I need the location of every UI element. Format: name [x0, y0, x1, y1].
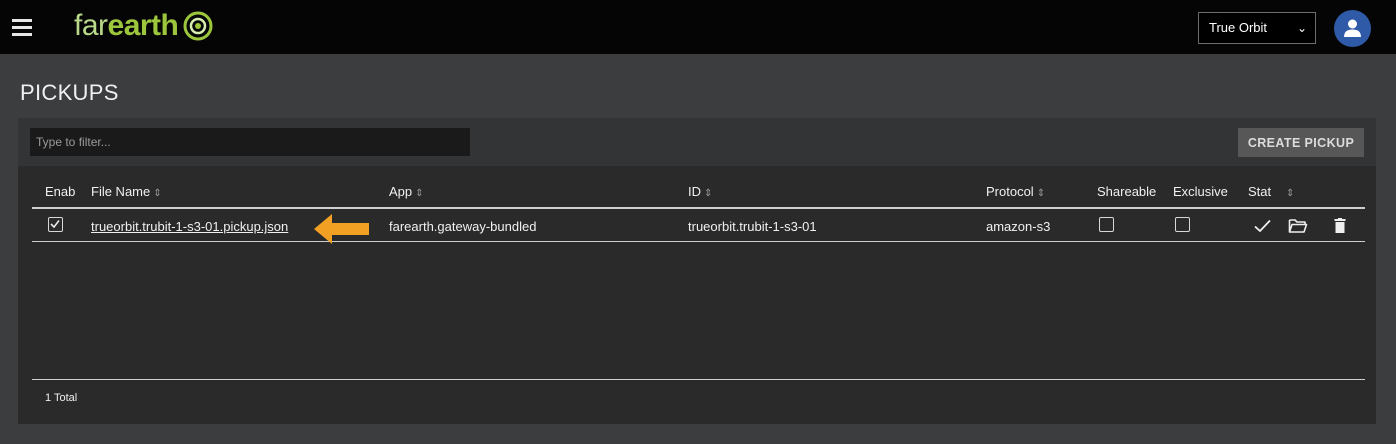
column-header-id[interactable]: ID ⇕: [688, 184, 712, 199]
app-cell: farearth.gateway-bundled: [389, 219, 537, 234]
sort-icon: ⇕: [704, 188, 713, 199]
table-row: trueorbit.trubit-1-s3-01.pickup.json far…: [32, 210, 1365, 242]
column-header-file-name-label: File Name: [91, 184, 151, 199]
column-header-shareable-label: Shareable: [1097, 184, 1157, 199]
organization-select-value: True Orbit: [1209, 20, 1268, 35]
column-header-app[interactable]: App ⇕: [389, 184, 424, 199]
column-header-id-label: ID: [688, 184, 701, 199]
sort-icon: ⇕: [1286, 188, 1295, 199]
chevron-down-icon: ⌄: [1296, 21, 1307, 35]
column-header-protocol[interactable]: Protocol ⇕: [986, 184, 1045, 199]
checkmark-icon: [50, 220, 60, 229]
folder-open-icon[interactable]: [1288, 218, 1308, 234]
pickups-card: CREATE PICKUP Enab File Name⇕ App⇕ ID⇕ P…: [18, 118, 1376, 424]
hamburger-menu-icon[interactable]: [12, 19, 32, 36]
total-count: 1 Total: [45, 392, 78, 404]
column-header-app-label: App: [389, 184, 413, 199]
shareable-checkbox[interactable]: [1099, 217, 1114, 232]
column-header-actions[interactable]: ⇕: [1283, 184, 1294, 199]
file-name-link[interactable]: trueorbit.trubit-1-s3-01.pickup.json: [91, 219, 288, 234]
trash-icon[interactable]: [1334, 218, 1346, 233]
check-icon: [1254, 219, 1271, 233]
logo-text-far: far: [74, 9, 108, 42]
column-header-protocol-label: Protocol: [986, 184, 1034, 199]
header-divider: [32, 207, 1365, 209]
sort-icon: ⇕: [1036, 188, 1046, 199]
column-header-status-label: Stat: [1248, 184, 1272, 199]
file-name-text[interactable]: trueorbit.trubit-1-s3-01.pickup.json: [91, 219, 288, 234]
enabled-checkbox[interactable]: [48, 217, 63, 232]
page-title: PICKUPS: [20, 80, 119, 105]
user-icon: [1344, 19, 1361, 37]
column-header-exclusive-label: Exclusive: [1173, 184, 1228, 199]
column-header-shareable[interactable]: Shareable: [1097, 184, 1156, 199]
column-header-exclusive[interactable]: Exclusive: [1173, 184, 1228, 199]
column-header-file-name[interactable]: File Name ⇕: [91, 184, 162, 199]
protocol-cell: amazon-s3: [986, 219, 1051, 234]
exclusive-checkbox[interactable]: [1175, 217, 1190, 232]
id-cell: trueorbit.trubit-1-s3-01: [688, 219, 817, 234]
column-header-enabled-label: Enab: [45, 184, 76, 199]
sort-icon: ⇕: [153, 188, 162, 199]
top-bar: far earth True Orbit ⌄: [0, 0, 1396, 54]
logo-swirl-icon: [183, 11, 213, 41]
create-pickup-button[interactable]: CREATE PICKUP: [1238, 128, 1364, 157]
arrow-left-icon: [314, 214, 369, 244]
sort-icon: ⇕: [415, 188, 424, 199]
footer-divider: [32, 379, 1365, 380]
farearth-logo[interactable]: far earth: [74, 6, 214, 46]
column-header-status[interactable]: Stat: [1248, 184, 1271, 199]
table-toolbar: CREATE PICKUP: [18, 118, 1376, 166]
logo-text-earth: earth: [107, 9, 179, 42]
organization-select[interactable]: True Orbit ⌄: [1198, 12, 1316, 44]
filter-input[interactable]: [30, 128, 470, 156]
user-avatar[interactable]: [1334, 10, 1371, 47]
column-header-enabled[interactable]: Enab: [45, 184, 75, 199]
